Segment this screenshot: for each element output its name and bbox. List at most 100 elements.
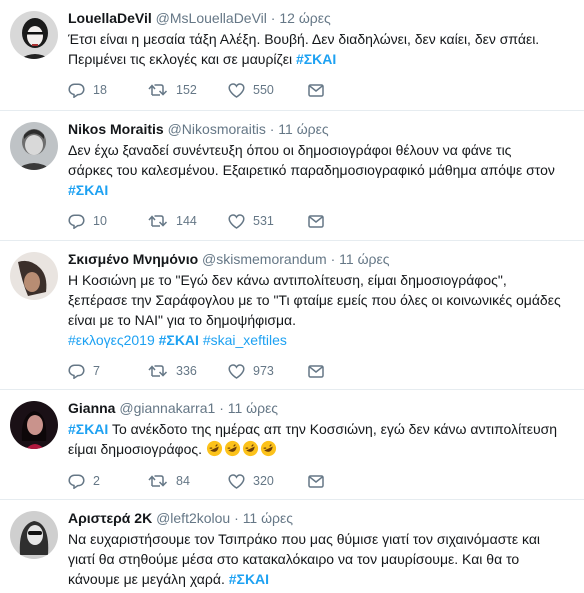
hashtag-link[interactable]: #ΣΚΑΙ bbox=[68, 182, 108, 198]
hashtag-link[interactable]: #ΣΚΑΙ bbox=[229, 571, 269, 587]
emoji-icons bbox=[206, 440, 278, 457]
rofl-emoji-icon bbox=[260, 440, 276, 457]
tweet-content: LouellaDeVil @MsLouellaDeVil · 12 ώρες Έ… bbox=[68, 9, 578, 69]
user-handle[interactable]: @giannakarra1 bbox=[119, 400, 215, 416]
hashtag-link[interactable]: #ΣΚΑΙ bbox=[296, 51, 336, 67]
avatar[interactable] bbox=[10, 11, 58, 59]
hashtag-link[interactable]: #εκλογες2019 bbox=[68, 332, 155, 348]
tweet-header: Nikos Moraitis @Nikosmoraitis · 11 ώρες bbox=[68, 120, 578, 139]
avatar[interactable] bbox=[10, 511, 58, 559]
rofl-emoji-icon bbox=[242, 440, 258, 457]
reply-button[interactable]: 2 bbox=[68, 473, 148, 489]
timestamp[interactable]: 11 ώρες bbox=[278, 121, 328, 137]
reply-icon bbox=[68, 473, 85, 489]
timestamp[interactable]: 12 ώρες bbox=[279, 10, 330, 26]
tweet-4[interactable]: Gianna @giannakarra1 · 11 ώρες #ΣΚΑΙ Το … bbox=[0, 390, 584, 500]
tweet-feed: LouellaDeVil @MsLouellaDeVil · 12 ώρες Έ… bbox=[0, 0, 584, 593]
avatar[interactable] bbox=[10, 401, 58, 449]
message-icon bbox=[308, 474, 324, 488]
like-button[interactable]: 973 bbox=[228, 363, 308, 379]
like-button[interactable]: 531 bbox=[228, 213, 308, 229]
tweet-3[interactable]: Σκισμένο Μνημόνιο @skismemorandum · 11 ώ… bbox=[0, 241, 584, 390]
tweet-text: Η Κοσιώνη με το "Εγώ δεν κάνω αντιπολίτε… bbox=[68, 270, 578, 350]
retweet-count: 84 bbox=[176, 474, 190, 488]
display-name[interactable]: LouellaDeVil bbox=[68, 10, 152, 26]
reply-count: 18 bbox=[93, 83, 107, 97]
rofl-emoji-icon bbox=[206, 440, 222, 457]
user-handle[interactable]: @left2kolou bbox=[156, 510, 230, 526]
like-icon bbox=[228, 363, 245, 379]
separator-dot: · bbox=[219, 400, 224, 416]
hashtag-text: #ΣΚΑΙ bbox=[295, 51, 337, 67]
timestamp[interactable]: 11 ώρες bbox=[228, 400, 278, 416]
tweet-5[interactable]: Αριστερά 2Κ @left2kolou · 11 ώρες Να ευχ… bbox=[0, 500, 584, 593]
tweet-header: Σκισμένο Μνημόνιο @skismemorandum · 11 ώ… bbox=[68, 250, 578, 269]
retweet-count: 152 bbox=[176, 83, 197, 97]
tweet-text: Δεν έχω ξαναδεί συνέντευξη όπου οι δημοσ… bbox=[68, 140, 578, 200]
tweet-content: Nikos Moraitis @Nikosmoraitis · 11 ώρες … bbox=[68, 120, 578, 200]
hashtag-text: #ΣΚΑΙ bbox=[228, 571, 270, 587]
tweet-line-text: Περιμένει τις εκλογές και σε μαυρίζει bbox=[68, 51, 296, 67]
avatar[interactable] bbox=[10, 252, 58, 300]
hashtag-link[interactable]: #skai_xeftiles bbox=[203, 332, 287, 348]
hashtag-link[interactable]: #ΣΚΑΙ bbox=[159, 332, 199, 348]
tweet-line: είναι με το ΝΑΙ" για το δημοψήφισμα. bbox=[68, 312, 297, 328]
timestamp[interactable]: 11 ώρες bbox=[339, 251, 389, 267]
display-name[interactable]: Σκισμένο Μνημόνιο bbox=[68, 251, 198, 267]
separator-dot: · bbox=[234, 510, 239, 526]
retweet-icon bbox=[148, 215, 168, 227]
tweet-text: Έτσι είναι η μεσαία τάξη Αλέξη. Βουβή. Δ… bbox=[68, 29, 578, 69]
like-button[interactable]: 320 bbox=[228, 473, 308, 489]
retweet-count: 144 bbox=[176, 214, 197, 228]
reply-button[interactable]: 7 bbox=[68, 363, 148, 379]
tweet-2[interactable]: Nikos Moraitis @Nikosmoraitis · 11 ώρες … bbox=[0, 111, 584, 241]
retweet-icon bbox=[148, 365, 168, 377]
tweet-line: γιατί θα στηθούμε μέσα στο κατακαλόκαιρο… bbox=[68, 551, 520, 567]
retweet-icon bbox=[148, 475, 168, 487]
avatar[interactable] bbox=[10, 122, 58, 170]
reply-button[interactable]: 18 bbox=[68, 82, 148, 98]
tweet-line: Περιμένει τις εκλογές και σε μαυρίζει #Σ… bbox=[68, 49, 578, 69]
message-icon bbox=[308, 214, 324, 228]
tweet-header: Αριστερά 2Κ @left2kolou · 11 ώρες bbox=[68, 509, 578, 528]
tweet-line: κάνουμε με μεγάλη χαρά. #ΣΚΑΙ bbox=[68, 569, 578, 589]
reply-button[interactable]: 10 bbox=[68, 213, 148, 229]
reply-icon bbox=[68, 363, 85, 379]
retweet-icon bbox=[148, 84, 168, 96]
direct-message-button[interactable] bbox=[308, 83, 324, 97]
tweet-actions: 7 336 973 bbox=[68, 361, 324, 381]
direct-message-button[interactable] bbox=[308, 364, 324, 378]
hashtag-link[interactable]: #ΣΚΑΙ bbox=[68, 421, 108, 437]
tweet-line-text: κάνουμε με μεγάλη χαρά. bbox=[68, 571, 229, 587]
tweet-1[interactable]: LouellaDeVil @MsLouellaDeVil · 12 ώρες Έ… bbox=[0, 0, 584, 111]
user-handle[interactable]: @Nikosmoraitis bbox=[168, 121, 266, 137]
reply-icon bbox=[68, 213, 85, 229]
message-icon bbox=[308, 364, 324, 378]
tweet-content: Αριστερά 2Κ @left2kolou · 11 ώρες Να ευχ… bbox=[68, 509, 578, 589]
like-button[interactable]: 550 bbox=[228, 82, 308, 98]
user-handle[interactable]: @skismemorandum bbox=[202, 251, 327, 267]
separator-dot: · bbox=[270, 10, 276, 26]
like-count: 550 bbox=[253, 83, 274, 97]
like-icon bbox=[228, 473, 245, 489]
direct-message-button[interactable] bbox=[308, 214, 324, 228]
tweet-line: #ΣΚΑΙ bbox=[68, 180, 578, 200]
retweet-button[interactable]: 152 bbox=[148, 83, 228, 97]
display-name[interactable]: Nikos Moraitis bbox=[68, 121, 164, 137]
retweet-count: 336 bbox=[176, 364, 197, 378]
user-handle[interactable]: @MsLouellaDeVil bbox=[156, 10, 267, 26]
tweet-line: Έτσι είναι η μεσαία τάξη Αλέξη. Βουβή. Δ… bbox=[68, 31, 540, 47]
tweet-actions: 2 84 320 bbox=[68, 471, 324, 491]
retweet-button[interactable]: 84 bbox=[148, 474, 228, 488]
tweet-line-text: Το ανέκδοτο της ημέρας απ την Κοσσιώνη, … bbox=[108, 421, 558, 437]
timestamp[interactable]: 11 ώρες bbox=[243, 510, 293, 526]
display-name[interactable]: Gianna bbox=[68, 400, 115, 416]
display-name[interactable]: Αριστερά 2Κ bbox=[68, 510, 152, 526]
reply-count: 7 bbox=[93, 364, 100, 378]
retweet-button[interactable]: 336 bbox=[148, 364, 228, 378]
separator-dot: · bbox=[330, 251, 336, 267]
direct-message-button[interactable] bbox=[308, 474, 324, 488]
retweet-button[interactable]: 144 bbox=[148, 214, 228, 228]
tweet-line: Δεν έχω ξαναδεί συνέντευξη όπου οι δημοσ… bbox=[68, 142, 512, 158]
hashtag-text: #ΣΚΑΙ bbox=[68, 421, 109, 437]
